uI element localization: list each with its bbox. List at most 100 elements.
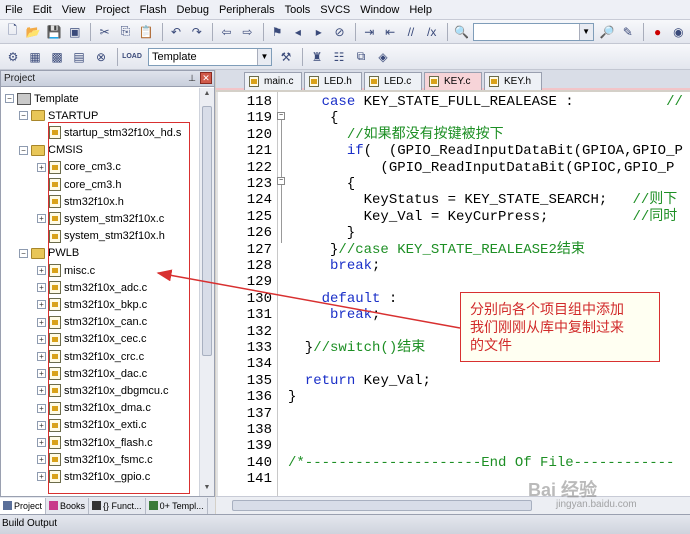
batch-build-icon[interactable]: ▤: [69, 47, 89, 67]
unindent-icon[interactable]: ⇤: [381, 22, 400, 42]
expand-icon[interactable]: +: [37, 334, 46, 344]
menu-edit[interactable]: Edit: [28, 1, 57, 19]
indent-icon[interactable]: ⇥: [360, 22, 379, 42]
prev-bookmark-icon[interactable]: ◂: [289, 22, 308, 42]
menu-tools[interactable]: Tools: [280, 1, 316, 19]
open-file-icon[interactable]: 📂: [24, 22, 43, 42]
comment-icon[interactable]: //: [402, 22, 421, 42]
collapse-icon[interactable]: −: [5, 94, 14, 103]
rebuild-icon[interactable]: ▩: [47, 47, 67, 67]
target-select[interactable]: Template ▼: [148, 47, 272, 66]
editor-tab[interactable]: LED.h: [304, 72, 362, 90]
bookmark-icon[interactable]: ⚑: [268, 22, 287, 42]
download-icon[interactable]: LOAD: [122, 47, 142, 67]
expand-icon[interactable]: +: [37, 300, 46, 310]
editor-tab[interactable]: KEY.c: [424, 72, 482, 90]
menu-project[interactable]: Project: [90, 1, 134, 19]
expand-icon[interactable]: +: [37, 472, 46, 482]
nav-forward-icon[interactable]: ⇨: [238, 22, 257, 42]
expand-icon[interactable]: +: [37, 369, 46, 379]
pin-icon[interactable]: ⊥: [186, 72, 198, 84]
scroll-up-icon[interactable]: ▲: [202, 90, 212, 102]
menu-window[interactable]: Window: [355, 1, 404, 19]
find-icon[interactable]: 🔎: [598, 22, 617, 42]
menu-flash[interactable]: Flash: [135, 1, 172, 19]
clear-bookmarks-icon[interactable]: ⊘: [330, 22, 349, 42]
expand-icon[interactable]: +: [37, 420, 46, 430]
next-bookmark-icon[interactable]: ▸: [309, 22, 328, 42]
code-keyword: case: [321, 94, 356, 110]
select-packs-icon[interactable]: ⧉: [351, 47, 371, 67]
menu-view[interactable]: View: [57, 1, 91, 19]
code-comment: //: [666, 94, 683, 110]
editor-tab[interactable]: LED.c: [364, 72, 422, 90]
fold-collapse-icon[interactable]: −: [277, 112, 285, 120]
expand-icon[interactable]: +: [37, 214, 46, 224]
redo-icon[interactable]: ↷: [187, 22, 206, 42]
copy-icon[interactable]: ⎘: [116, 22, 135, 42]
editor-tab[interactable]: KEY.h: [484, 72, 542, 90]
editor-tab[interactable]: main.c: [244, 72, 302, 90]
expand-icon[interactable]: +: [37, 438, 46, 447]
fold-collapse-icon[interactable]: −: [277, 177, 285, 185]
build-icon[interactable]: ▦: [25, 47, 45, 67]
expand-icon[interactable]: +: [37, 283, 46, 293]
tree-project-root[interactable]: − Template: [5, 90, 79, 107]
collapse-icon[interactable]: −: [19, 145, 28, 155]
menu-file[interactable]: File: [0, 1, 28, 19]
find-combo[interactable]: ▼: [472, 22, 594, 41]
uncomment-icon[interactable]: /x: [422, 22, 441, 42]
expand-icon[interactable]: +: [37, 317, 46, 327]
code-line: case KEY_STATE_FULL_REALEASE : //: [288, 94, 683, 110]
save-icon[interactable]: 💾: [45, 22, 64, 42]
collapse-icon[interactable]: −: [19, 248, 28, 258]
expand-icon[interactable]: +: [37, 386, 46, 396]
project-tree-scrollbar[interactable]: ▲ ▼: [199, 88, 214, 498]
paste-icon[interactable]: 📋: [137, 22, 156, 42]
nav-back-icon[interactable]: ⇦: [217, 22, 236, 42]
find-in-files-icon[interactable]: 🔍: [452, 22, 471, 42]
expand-icon[interactable]: +: [37, 266, 46, 275]
close-icon[interactable]: ✕: [200, 72, 212, 84]
scroll-down-icon[interactable]: ▼: [202, 484, 212, 496]
menu-debug[interactable]: Debug: [172, 1, 214, 19]
tab-templates[interactable]: 0+ Templ...: [146, 497, 208, 514]
manage-project-items-icon[interactable]: ☷: [329, 47, 349, 67]
expand-icon[interactable]: +: [37, 162, 46, 172]
debug-start-icon[interactable]: ●: [648, 22, 667, 42]
tab-project[interactable]: Project: [0, 497, 47, 514]
line-number: 123: [246, 176, 272, 192]
expand-icon[interactable]: +: [37, 403, 46, 413]
chevron-down-icon[interactable]: ▼: [578, 23, 593, 40]
manage-runtime-icon[interactable]: ◈: [373, 47, 393, 67]
watermark-url: jingyan.baidu.com: [556, 499, 637, 510]
undo-icon[interactable]: ↶: [167, 22, 186, 42]
scrollbar-thumb[interactable]: [232, 500, 532, 511]
new-file-icon[interactable]: 🗋: [3, 22, 22, 42]
tab-functions[interactable]: {} Funct...: [89, 497, 146, 514]
line-number: 131: [246, 307, 272, 324]
manage-components-icon[interactable]: ♜: [307, 47, 327, 67]
tab-books[interactable]: Books: [46, 497, 90, 514]
chevron-down-icon[interactable]: ▼: [257, 48, 271, 65]
expand-icon[interactable]: +: [37, 455, 46, 465]
incremental-find-icon[interactable]: ✎: [618, 22, 637, 42]
menu-peripherals[interactable]: Peripherals: [214, 1, 280, 19]
save-all-icon[interactable]: ▣: [65, 22, 84, 42]
stop-build-icon[interactable]: ⊗: [91, 47, 111, 67]
collapse-icon[interactable]: −: [19, 111, 28, 121]
code-line: //如果都没有按键被按下: [288, 127, 504, 143]
line-number: 130: [246, 290, 272, 307]
translate-icon[interactable]: ⚙: [3, 47, 23, 67]
menu-svcs[interactable]: SVCS: [315, 1, 355, 19]
target-select-value: Template: [152, 50, 197, 63]
insert-breakpoint-icon[interactable]: ◉: [669, 22, 688, 42]
menu-bar: File Edit View Project Flash Debug Peripherals…: [0, 0, 690, 20]
menu-help[interactable]: Help: [404, 1, 437, 19]
target-options-icon[interactable]: ⚒: [276, 47, 296, 67]
cut-icon[interactable]: ✂: [95, 22, 114, 42]
expand-icon[interactable]: +: [37, 352, 46, 361]
source-file-icon: [369, 76, 379, 87]
scrollbar-thumb[interactable]: [202, 106, 212, 356]
line-number: 125: [246, 208, 272, 225]
